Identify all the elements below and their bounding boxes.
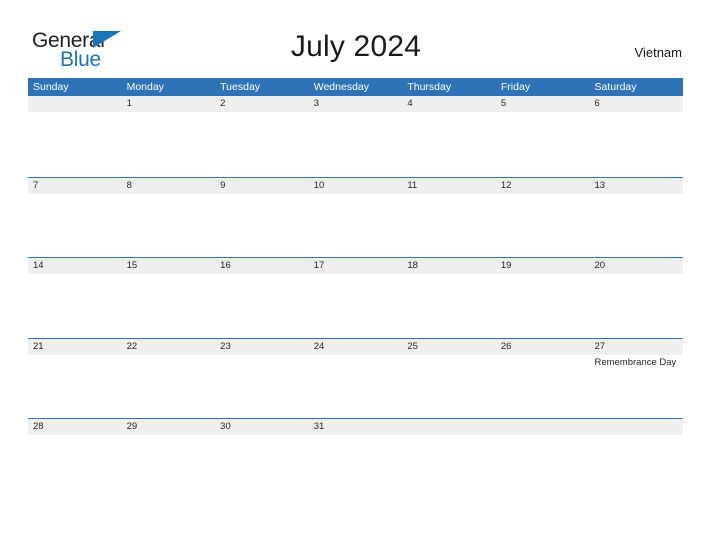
day-cell[interactable]: 7 [28,177,122,257]
weekday-header-sunday: Sunday [33,81,69,93]
page-header: General Blue July 2024 Vietnam [0,0,712,78]
day-cell[interactable]: 20 [589,258,684,338]
page-title: July 2024 [290,30,422,63]
weekday-header-thursday: Thursday [407,81,452,93]
week-row: 14 15 16 17 18 19 20 [28,257,684,338]
day-cell[interactable]: 14 [28,258,122,338]
week-row: 28 29 30 31 [28,418,684,499]
day-cell[interactable]: 22 [121,338,216,418]
day-number: 28 [33,421,44,432]
day-cell[interactable]: 11 [402,177,496,257]
weekday-header-tuesday: Tuesday [220,81,261,93]
day-cell[interactable]: 30 [215,419,309,499]
day-cell[interactable]: 4 [402,96,496,177]
day-number [407,419,496,435]
day-number: 18 [407,260,418,271]
day-cell[interactable]: 23 [215,338,309,418]
day-cell[interactable]: 26 [495,338,590,418]
week-row: 1 2 3 4 5 6 [28,96,684,177]
day-cell[interactable]: 9 [215,177,309,257]
day-number: 23 [220,340,231,352]
day-cell[interactable]: 10 [308,177,403,257]
day-number: 10 [313,179,325,191]
weekday-header-saturday: Saturday [594,81,637,93]
weekday-header-wednesday: Wednesday [313,81,369,93]
day-cell[interactable]: 6 [589,96,684,177]
day-number: 2 [220,98,226,109]
day-cell[interactable]: 27 Remembrance Day [589,338,684,418]
day-number: 3 [313,98,320,109]
day-number: 5 [500,98,507,109]
day-number: 8 [126,179,132,191]
day-number: 9 [220,179,226,191]
day-cell[interactable]: 16 [215,258,309,338]
day-number: 14 [33,260,44,271]
day-number [594,419,683,435]
day-number: 24 [313,340,325,352]
day-cell[interactable]: 1 [121,96,216,177]
day-cell[interactable]: 5 [495,96,590,177]
day-cell[interactable]: 8 [121,177,216,257]
day-cell[interactable] [495,419,590,499]
day-number: 6 [594,98,600,109]
day-cell[interactable] [402,419,496,499]
day-cell[interactable]: 31 [308,419,403,499]
day-cell[interactable]: 12 [495,177,590,257]
day-number: 15 [126,260,138,271]
day-number: 16 [220,260,231,271]
day-cell[interactable]: 21 [28,338,122,418]
day-cell[interactable]: 24 [308,338,403,418]
week-row: 21 22 23 24 25 26 27 Remembrance Day [28,337,684,418]
weekday-header-monday: Monday [126,81,164,93]
day-cell[interactable]: 25 [402,338,496,418]
day-number: 22 [126,340,138,352]
day-number: 30 [220,421,231,432]
calendar: Sunday Monday Tuesday Wednesday Thursday… [28,78,684,499]
weekday-header-row: Sunday Monday Tuesday Wednesday Thursday… [28,78,683,96]
day-number: 12 [500,179,512,191]
day-cell[interactable]: 19 [495,258,590,338]
day-number: 17 [313,260,325,271]
day-cell[interactable]: 18 [402,258,496,338]
day-number: 29 [126,421,138,432]
day-number: 31 [313,421,325,432]
day-number: 19 [500,260,512,271]
weekday-header-friday: Friday [500,81,531,93]
day-number: 4 [407,98,413,109]
day-number: 27 [594,340,606,352]
day-number: 25 [407,340,418,352]
day-number: 13 [594,179,606,191]
day-number: 26 [500,340,512,352]
week-row: 7 8 9 10 11 12 13 [28,176,684,257]
day-event: Remembrance Day [594,356,677,368]
day-cell[interactable]: 2 [215,96,309,177]
day-cell[interactable] [28,96,122,177]
country-label: Vietnam [634,45,682,60]
day-cell[interactable]: 3 [308,96,403,177]
day-number: 7 [33,179,39,191]
day-cell[interactable]: 29 [121,419,216,499]
day-cell[interactable]: 13 [589,177,684,257]
day-cell[interactable]: 17 [308,258,403,338]
day-number: 1 [126,98,132,109]
day-cell[interactable] [589,419,684,499]
day-cell[interactable]: 15 [121,258,216,338]
day-number: 21 [33,340,44,352]
day-number: 11 [407,179,418,191]
day-number [33,96,122,112]
day-cell[interactable]: 28 [28,419,122,499]
day-number [501,419,590,435]
day-number: 20 [594,260,606,271]
